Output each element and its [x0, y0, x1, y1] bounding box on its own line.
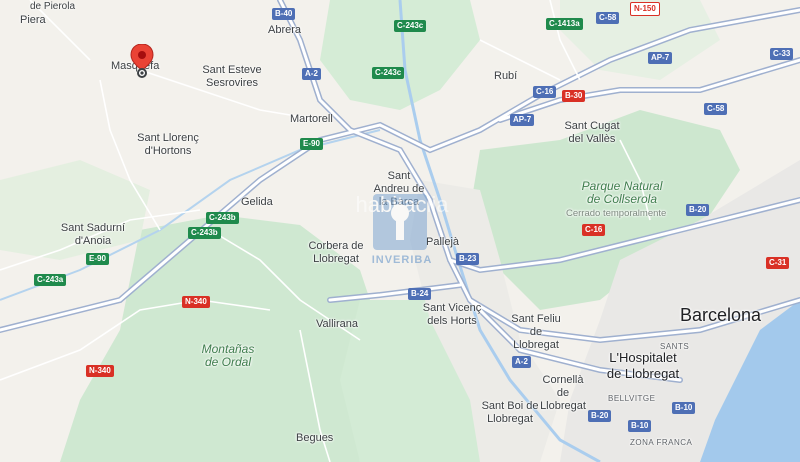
watermark-brand: INVERIBA: [371, 254, 433, 266]
road-shield: C-33: [770, 48, 794, 60]
location-pin-icon[interactable]: [130, 43, 154, 83]
town-label: Sant Vicenç dels Horts: [422, 302, 482, 327]
road-shield: C-58: [596, 12, 620, 24]
town-label: Sant Esteve Sesrovires: [202, 64, 262, 89]
road-shield: C-243a: [34, 274, 67, 286]
town-label: Sant Sadurní d'Anoia: [60, 222, 126, 247]
town-label: Piera: [20, 14, 46, 26]
road-shield: N-340: [86, 365, 114, 377]
road-shield: B-30: [562, 90, 586, 102]
road-shield: A-2: [512, 356, 531, 368]
road-shield: AP-7: [648, 52, 673, 64]
road-shield: E-90: [86, 253, 109, 265]
park-label-collserola: Parque Natural de Collserola: [581, 179, 663, 206]
road-shield: B-10: [672, 402, 696, 414]
town-label: Vallirana: [316, 318, 358, 330]
road-shield: C-16: [533, 86, 557, 98]
town-label: Begues: [296, 432, 334, 444]
district-label: SANTS: [660, 342, 690, 351]
road-shield: E-90: [300, 138, 323, 150]
town-label: Martorell: [290, 113, 333, 125]
road-shield: C-243c: [394, 20, 427, 32]
watermark-text: habitaclia: [355, 192, 449, 217]
town-label: Abrera: [268, 24, 302, 36]
road-shield: C-243b: [206, 212, 239, 224]
road-shield: C-31: [766, 257, 790, 269]
town-label: Sant Feliu de Llobregat: [511, 313, 561, 351]
town-label: Sant Llorenç d'Hortons: [137, 132, 199, 157]
road-shield: B-20: [686, 204, 710, 216]
road-shield: B-10: [628, 420, 652, 432]
district-label: ZONA FRANCA: [630, 438, 693, 447]
town-label: Cornellà de Llobregat: [540, 374, 586, 412]
road-shield: C-1413a: [546, 18, 583, 30]
road-shield: C-58: [704, 103, 728, 115]
road-shield: C-243c: [372, 67, 405, 79]
road-shield: N-150: [630, 2, 660, 16]
watermark-logo: habitaclia INVERIBA: [342, 192, 462, 272]
city-label-barcelona: Barcelona: [680, 305, 762, 325]
road-shield: N-340: [182, 296, 210, 308]
town-label: Sant Boi de Llobregat: [481, 400, 539, 425]
road-shield: AP-7: [510, 114, 535, 126]
road-shield: B-40: [272, 8, 296, 20]
park-status-note: Cerrado temporalmente: [566, 208, 667, 219]
town-label: Gelida: [241, 196, 273, 208]
road-shield: C-243b: [188, 227, 221, 239]
town-label: de Pierola: [30, 1, 76, 12]
town-label: Sant Cugat del Vallès: [564, 120, 620, 145]
city-label-lhospitalet: L'Hospitalet de Llobregat: [606, 350, 680, 381]
road-shield: A-2: [302, 68, 321, 80]
road-shield: C-16: [582, 224, 606, 236]
district-label: BELLVITGE: [608, 394, 656, 403]
park-label-ordal: Montañas de Ordal: [201, 342, 255, 369]
town-label: Rubí: [494, 70, 518, 82]
road-shield: B-24: [408, 288, 432, 300]
map-view[interactable]: Piera de Pierola Abrera Rubí Masquefa Sa…: [0, 0, 800, 462]
road-shield: B-20: [588, 410, 612, 422]
